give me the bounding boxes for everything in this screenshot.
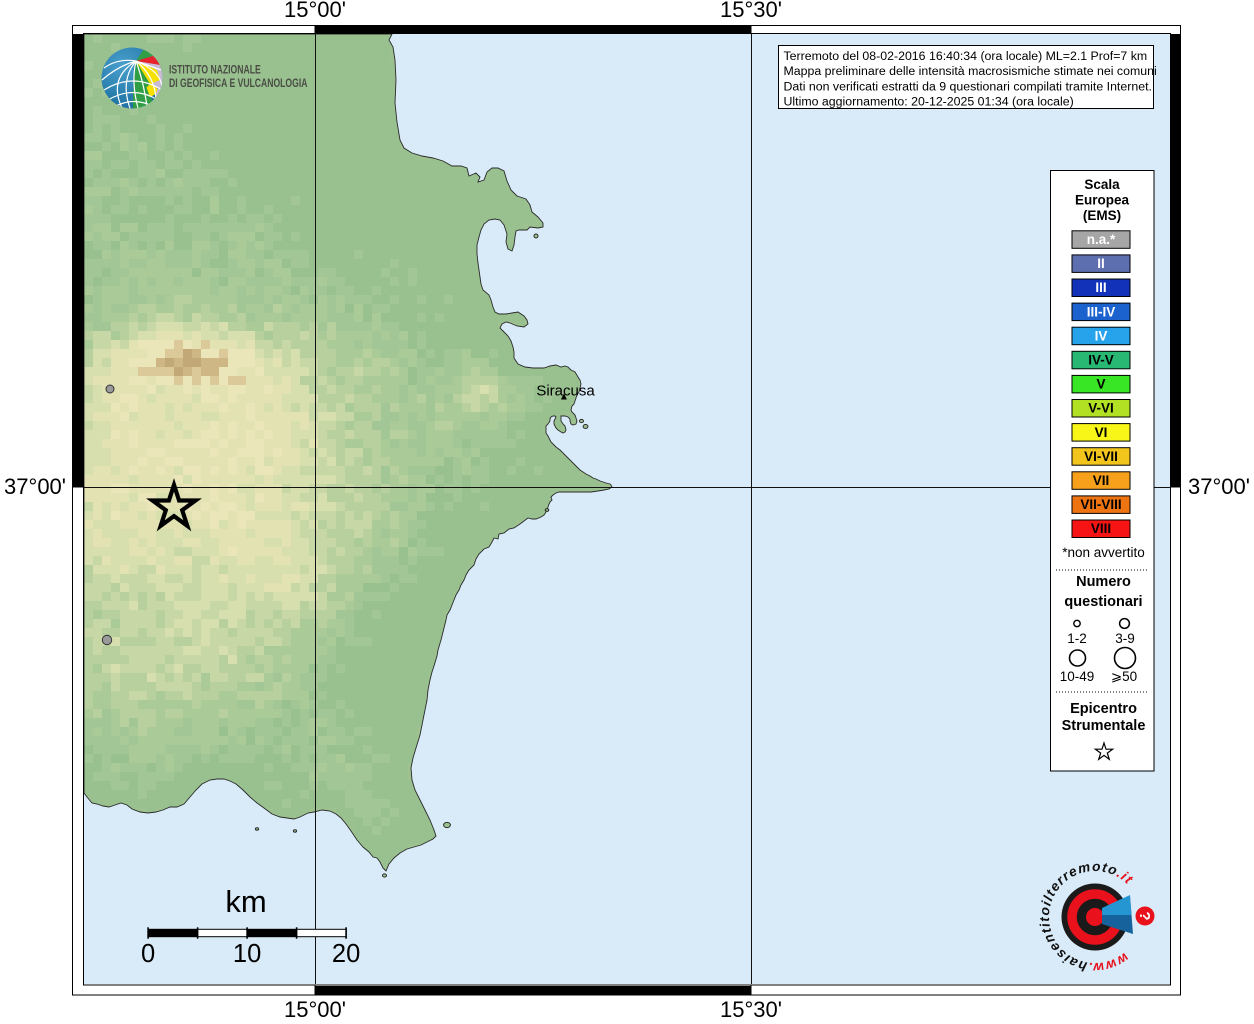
svg-text:Dati non verificati estratti d: Dati non verificati estratti da 9 questi…: [784, 79, 1152, 93]
svg-text:questionari: questionari: [1064, 594, 1142, 610]
svg-text:Mappa preliminare delle intens: Mappa preliminare delle intensità macros…: [784, 64, 1157, 78]
svg-text:Epicentro: Epicentro: [1070, 701, 1137, 717]
svg-text:III: III: [1095, 280, 1106, 295]
svg-text:Europea: Europea: [1075, 193, 1130, 208]
svg-text:15°00': 15°00': [284, 0, 346, 22]
svg-text:37°00': 37°00': [4, 474, 66, 499]
svg-text:DI GEOFISICA E VULCANOLOGIA: DI GEOFISICA E VULCANOLOGIA: [169, 78, 308, 91]
svg-text:*non avvertito: *non avvertito: [1062, 545, 1145, 560]
svg-text:0: 0: [141, 940, 155, 968]
svg-text:IV: IV: [1095, 328, 1108, 343]
svg-text:?: ?: [1136, 911, 1153, 920]
svg-text:Numero: Numero: [1076, 574, 1131, 590]
svg-text:III-IV: III-IV: [1087, 304, 1116, 319]
svg-text:II: II: [1097, 256, 1105, 271]
svg-text:(EMS): (EMS): [1083, 208, 1121, 223]
svg-text:3-9: 3-9: [1115, 631, 1135, 646]
svg-text:IV-V: IV-V: [1088, 353, 1114, 368]
svg-text:15°30': 15°30': [720, 0, 782, 22]
svg-text:VI-VII: VI-VII: [1084, 449, 1118, 464]
svg-text:37°00': 37°00': [1188, 474, 1250, 499]
svg-text:10: 10: [233, 940, 261, 968]
svg-text:n.a.*: n.a.*: [1087, 232, 1116, 247]
svg-text:15°00': 15°00': [284, 997, 346, 1022]
svg-text:km: km: [225, 884, 266, 919]
svg-text:20: 20: [332, 940, 360, 968]
svg-text:Siracusa: Siracusa: [536, 383, 595, 400]
svg-text:VIII: VIII: [1091, 521, 1111, 536]
svg-text:V-VI: V-VI: [1088, 401, 1114, 416]
svg-text:VII: VII: [1093, 473, 1110, 488]
svg-text:Strumentale: Strumentale: [1062, 718, 1146, 734]
svg-text:Scala: Scala: [1084, 177, 1120, 192]
svg-text:ISTITUTO NAZIONALE: ISTITUTO NAZIONALE: [169, 64, 261, 77]
svg-text:10-49: 10-49: [1060, 669, 1095, 684]
svg-text:Terremoto del 08-02-2016 16:40: Terremoto del 08-02-2016 16:40:34 (ora l…: [784, 49, 1148, 63]
svg-text:VI: VI: [1095, 425, 1108, 440]
svg-text:⩾50: ⩾50: [1111, 669, 1137, 684]
svg-text:V: V: [1096, 377, 1105, 392]
svg-text:1-2: 1-2: [1067, 631, 1087, 646]
svg-text:Ultimo aggiornamento: 20-12-20: Ultimo aggiornamento: 20-12-2025 01:34 (…: [784, 95, 1074, 109]
svg-text:VII-VIII: VII-VIII: [1080, 497, 1121, 512]
svg-text:15°30': 15°30': [720, 997, 782, 1022]
